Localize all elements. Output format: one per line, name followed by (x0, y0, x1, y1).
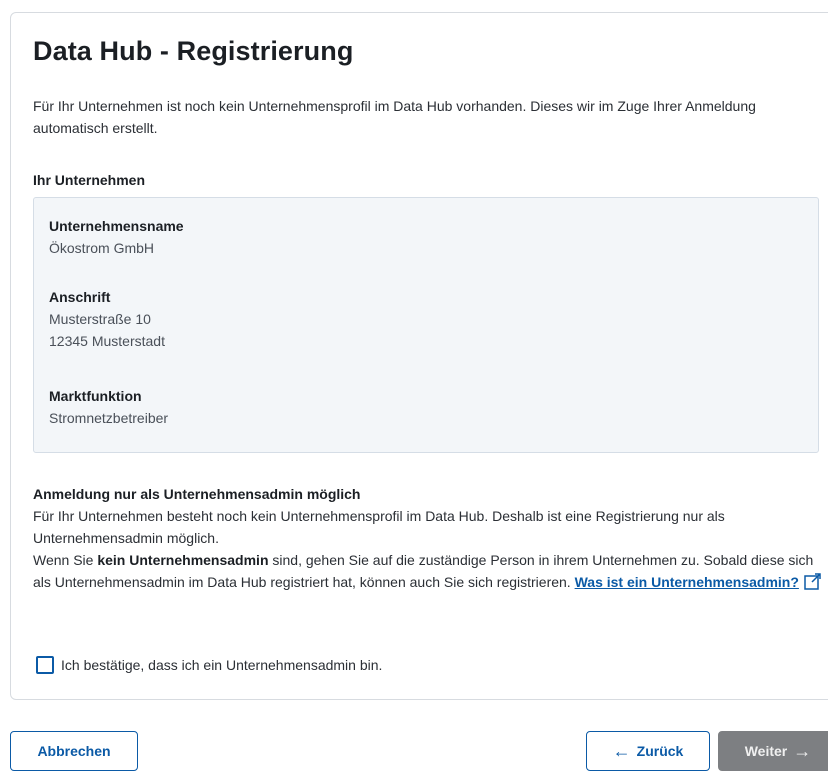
arrow-right-icon: → (793, 740, 812, 761)
market-function-label: Marktfunktion (49, 388, 142, 404)
address-label: Anschrift (49, 289, 111, 305)
page-title: Data Hub - Registrierung (33, 36, 354, 66)
company-name-value: Ökostrom GmbH (49, 240, 155, 256)
next-button-label: Weiter (744, 743, 788, 759)
admin-notice-details: Wenn Sie kein Unternehmensadmin sind, ge… (33, 549, 823, 593)
admin-notice-prefix: Wenn Sie (33, 552, 98, 568)
address-field: Anschrift Musterstraße 10 12345 Musterst… (49, 286, 165, 352)
company-name-field: Unternehmensname Ökostrom GmbH (49, 215, 184, 259)
external-link-icon[interactable] (804, 573, 821, 590)
cancel-button-label: Abbrechen (37, 743, 111, 759)
intro-text: Für Ihr Unternehmen ist noch kein Untern… (33, 98, 756, 136)
next-button[interactable]: Weiter → (718, 731, 828, 771)
admin-notice-heading: Anmeldung nur als Unternehmensadmin mögl… (33, 486, 361, 502)
address-line1: Musterstraße 10 (49, 311, 151, 327)
admin-notice-text: Für Ihr Unternehmen besteht noch kein Un… (33, 508, 725, 546)
address-line2: 12345 Musterstadt (49, 333, 165, 349)
arrow-left-icon: ← (612, 740, 631, 761)
back-button-label: Zurück (636, 743, 684, 759)
admin-confirm-checkbox[interactable] (36, 656, 54, 674)
back-button[interactable]: ← Zurück (586, 731, 710, 771)
market-function-value: Stromnetzbetreiber (49, 410, 169, 426)
company-info-box: Unternehmensname Ökostrom GmbH Anschrift… (33, 197, 819, 453)
market-function-field: Marktfunktion Stromnetzbetreiber (49, 385, 168, 429)
company-name-label: Unternehmensname (49, 218, 184, 234)
admin-notice: Anmeldung nur als Unternehmensadmin mögl… (33, 483, 823, 593)
admin-confirm-row[interactable]: Ich bestätige, dass ich ein Unternehmens… (36, 656, 382, 674)
admin-notice-bold: kein Unternehmensadmin (97, 552, 269, 568)
admin-confirm-label: Ich bestätige, dass ich ein Unternehmens… (61, 657, 383, 673)
company-section-label: Ihr Unternehmen (33, 172, 146, 188)
what-is-admin-link[interactable]: Was ist ein Unternehmensadmin? (575, 574, 799, 590)
cancel-button[interactable]: Abbrechen (10, 731, 138, 771)
